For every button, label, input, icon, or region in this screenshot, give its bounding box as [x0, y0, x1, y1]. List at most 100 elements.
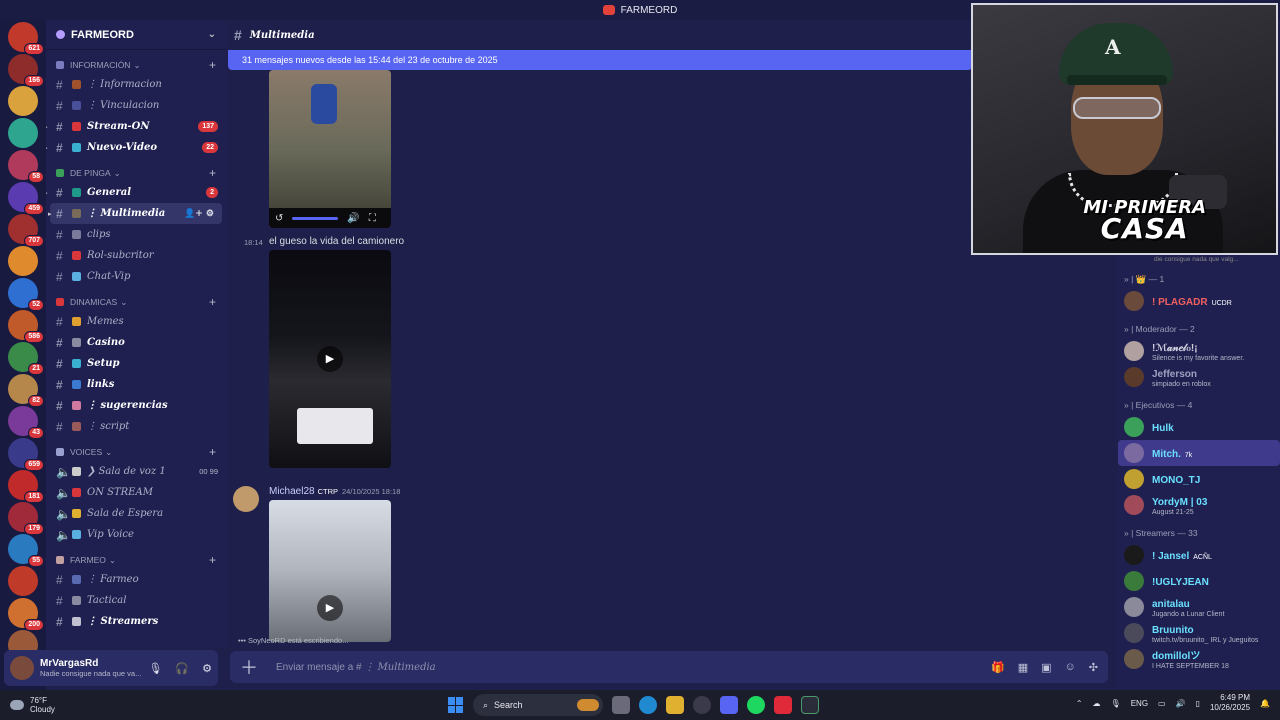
member-item[interactable]: MONO_TJ	[1118, 466, 1280, 492]
apps-icon[interactable]: ✣	[1089, 661, 1098, 674]
weather-widget[interactable]: 76°F Cloudy	[0, 696, 55, 714]
server-icon[interactable]: 52	[8, 278, 44, 311]
gift-icon[interactable]: 🎁	[991, 661, 1005, 674]
server-icon[interactable]	[8, 118, 38, 148]
channel-item[interactable]: 🔈 ON STREAM	[46, 482, 226, 503]
onedrive-icon[interactable]: ☁	[1093, 699, 1101, 708]
channel-item[interactable]: # ⋮ script	[46, 416, 226, 437]
notification-bell-icon[interactable]: 🔔	[1260, 699, 1270, 708]
chrome-icon[interactable]	[693, 696, 711, 714]
member-item[interactable]: !UGLYJEAN	[1118, 568, 1280, 594]
video-attachment[interactable]: ▶	[269, 250, 391, 468]
windows-start-icon[interactable]	[448, 697, 464, 713]
server-icon[interactable]: 82	[8, 374, 44, 407]
volume-slider[interactable]	[292, 216, 339, 220]
server-icon[interactable]: 586	[8, 310, 44, 343]
category-header[interactable]: DE PINGA ⌄ +	[46, 164, 226, 182]
channel-item[interactable]: 🔈 Sala de Espera	[46, 503, 226, 524]
play-icon[interactable]: ▶	[317, 595, 343, 621]
headphones-icon[interactable]: 🎧	[175, 662, 189, 675]
channel-item[interactable]: # Setup	[46, 353, 226, 374]
clock[interactable]: 6:49 PM 10/26/2025	[1210, 693, 1250, 713]
server-icon[interactable]: 43	[8, 406, 44, 439]
avatar[interactable]	[233, 486, 259, 512]
server-icon[interactable]: 166	[8, 54, 44, 87]
server-header[interactable]: FARMEORD ⌄	[46, 20, 226, 50]
channel-item[interactable]: # ⋮ Farmeo	[46, 569, 226, 590]
channel-item[interactable]: # Chat-Vip	[46, 266, 226, 287]
member-item[interactable]: anitalau Jugando a Lunar Client	[1118, 594, 1280, 620]
network-icon[interactable]: ▭	[1158, 699, 1166, 708]
task-view-icon[interactable]	[612, 696, 630, 714]
channel-item[interactable]: 🔈 ❯ Sala de voz 1 00 99	[46, 461, 226, 482]
terminal-icon[interactable]	[801, 696, 819, 714]
add-channel-icon[interactable]: +	[209, 553, 216, 567]
member-item[interactable]: ! PLAGADR UCDR	[1118, 288, 1280, 314]
play-icon[interactable]: ▶	[317, 346, 343, 372]
member-item[interactable]: Bruunito twitch.tv/bruunito_ IRL y Juegui…	[1118, 620, 1280, 646]
member-item[interactable]: !ℳ𝒶𝓃𝑒𝓁ℴ!¡ Silence is my favorite answer.	[1118, 338, 1280, 364]
server-icon[interactable]: 659	[8, 438, 44, 471]
chevron-up-icon[interactable]: ⌃	[1076, 699, 1083, 708]
channel-item[interactable]: # clips	[46, 224, 226, 245]
volume-icon[interactable]: 🔊	[347, 213, 359, 224]
add-channel-icon[interactable]: +	[209, 295, 216, 309]
channel-item[interactable]: # Tactical	[46, 590, 226, 611]
channel-item[interactable]: # Casino	[46, 332, 226, 353]
microphone-icon[interactable]: 🎙	[148, 662, 162, 675]
volume-icon[interactable]: 🔊	[1176, 699, 1186, 708]
server-icon[interactable]	[8, 86, 38, 116]
server-icon[interactable]: 58	[8, 150, 44, 183]
media-app-icon[interactable]	[774, 696, 792, 714]
channel-item[interactable]: # Memes	[46, 311, 226, 332]
server-icon[interactable]: 55	[8, 534, 44, 567]
spotify-icon[interactable]	[747, 696, 765, 714]
server-icon[interactable]: 707	[8, 214, 44, 247]
taskbar-search[interactable]: ⌕ Search	[473, 694, 603, 716]
gear-icon[interactable]: ⚙	[202, 662, 212, 675]
server-icon[interactable]: 621	[8, 22, 44, 55]
add-channel-icon[interactable]: +	[209, 58, 216, 72]
channel-item[interactable]: ▸ # Stream-ON 137	[46, 116, 226, 137]
category-header[interactable]: INFORMACIÓN ⌄ +	[46, 56, 226, 74]
video-attachment[interactable]: ▶	[269, 500, 391, 642]
member-item[interactable]: ! Jansel ACÑL	[1118, 542, 1280, 568]
channel-item[interactable]: # ⋮ Informacion	[46, 74, 226, 95]
add-channel-icon[interactable]: +	[209, 166, 216, 180]
server-icon[interactable]	[8, 246, 38, 276]
server-icon[interactable]	[8, 566, 38, 596]
channel-item[interactable]: # ⋮ sugerencias	[46, 395, 226, 416]
member-item[interactable]: YordyM | 03 August 21-25	[1118, 492, 1280, 518]
member-item[interactable]: Hulk	[1118, 414, 1280, 440]
channel-item[interactable]: # links	[46, 374, 226, 395]
member-item[interactable]: domillolツ I HATE SEPTEMBER 18	[1118, 646, 1280, 672]
server-icon[interactable]: 181	[8, 470, 44, 503]
edge-icon[interactable]	[639, 696, 657, 714]
sticker-icon[interactable]: ▣	[1041, 661, 1051, 674]
channel-item[interactable]: 🔈 Vip Voice	[46, 524, 226, 545]
server-icon[interactable]: 459	[8, 182, 44, 215]
add-channel-icon[interactable]: +	[209, 445, 216, 459]
channel-item[interactable]: ▸ # ⋮ Multimedia 👤+ ⚙	[48, 203, 222, 224]
member-item[interactable]: Jefferson simpiado en roblox	[1118, 364, 1280, 390]
language-indicator[interactable]: ENG	[1131, 699, 1148, 708]
server-icon[interactable]: 179	[8, 502, 44, 535]
fullscreen-icon[interactable]: ⛶	[369, 213, 376, 224]
channel-item[interactable]: ▸ # General 2	[46, 182, 226, 203]
channel-item[interactable]: # ⋮ Streamers	[46, 611, 226, 632]
author-name[interactable]: Michael28	[269, 486, 315, 497]
member-item[interactable]: Mitch. 7k	[1118, 440, 1280, 466]
server-icon[interactable]: 21	[8, 342, 44, 375]
chevron-down-icon[interactable]: ⌄	[208, 29, 216, 40]
file-explorer-icon[interactable]	[666, 696, 684, 714]
category-header[interactable]: DINAMICAS ⌄ +	[46, 293, 226, 311]
composer-placeholder[interactable]: Enviar mensaje a # ⋮ Multimedia	[276, 662, 436, 673]
replay-icon[interactable]: ↺	[275, 213, 283, 224]
gif-icon[interactable]: ▦	[1018, 661, 1028, 674]
channel-item[interactable]: ▸ # Nuevo-Video 22	[46, 137, 226, 158]
video-attachment[interactable]: ↺ 🔊 ⛶	[269, 70, 391, 228]
microphone-icon[interactable]: 🎙	[1111, 699, 1121, 708]
battery-icon[interactable]: ▯	[1196, 699, 1200, 708]
category-header[interactable]: VOICES ⌄ +	[46, 443, 226, 461]
emoji-icon[interactable]: ☺	[1065, 661, 1076, 674]
